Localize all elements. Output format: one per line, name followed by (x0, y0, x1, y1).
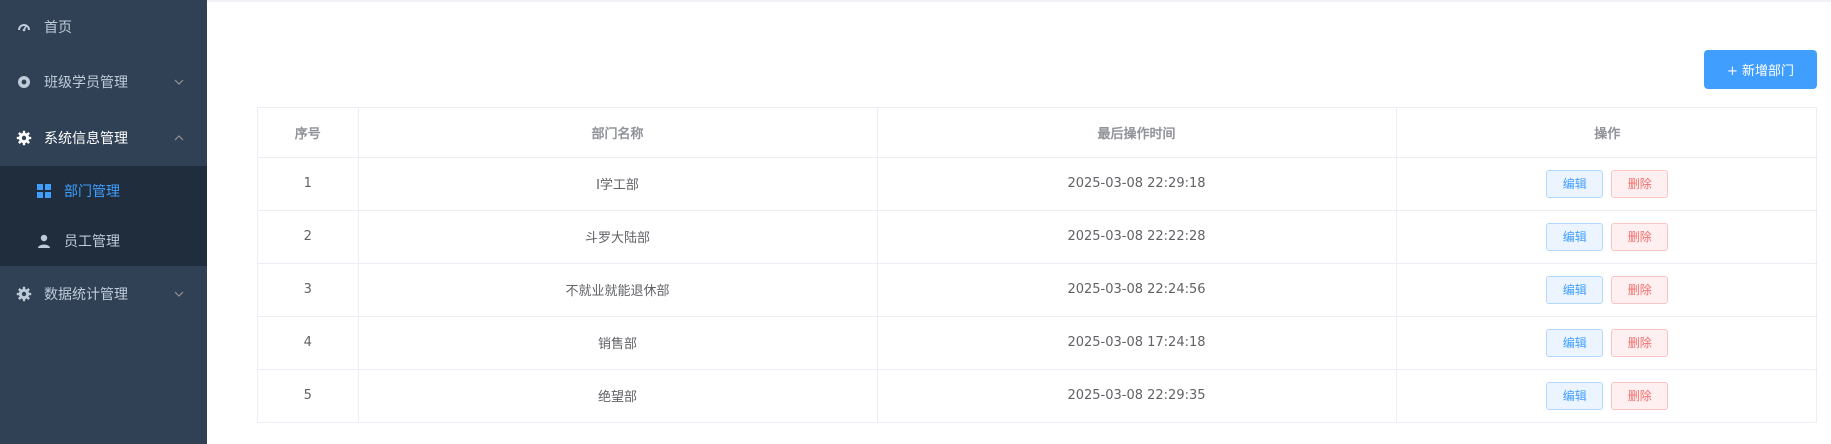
table-row: 2 斗罗大陆部 2025-03-08 22:22:28 编辑 删除 (258, 210, 1818, 264)
edit-button[interactable]: 编辑 (1546, 169, 1604, 198)
cell-time: 2025-03-08 22:22:28 (877, 210, 1397, 264)
cell-actions: 编辑 删除 (1396, 263, 1818, 317)
user-icon (36, 233, 52, 249)
submenu-system-info: 部门管理 员工管理 (0, 166, 207, 266)
delete-button[interactable]: 删除 (1611, 328, 1669, 357)
add-department-button[interactable]: + 新增部门 (1704, 50, 1817, 89)
table-header-row: 序号 部门名称 最后操作时间 操作 (258, 108, 1818, 158)
table-row: 3 不就业就能退休部 2025-03-08 22:24:56 编辑 删除 (258, 263, 1818, 317)
cell-time: 2025-03-08 22:24:56 (877, 263, 1397, 317)
sidebar-item-department[interactable]: 部门管理 (0, 166, 207, 216)
column-header-time: 最后操作时间 (877, 108, 1397, 158)
cell-time: 2025-03-08 22:29:18 (877, 157, 1397, 211)
sidebar-item-label: 首页 (44, 20, 72, 36)
gear-icon (16, 286, 32, 302)
column-header-name: 部门名称 (358, 108, 878, 158)
cell-name: 斗罗大陆部 (358, 210, 878, 264)
dashboard-icon (16, 19, 32, 35)
cell-index: 3 (258, 263, 359, 317)
main-content: + 新增部门 序号 部门名称 最后操作时间 操作 1 I学工部 2025-03-… (207, 0, 1831, 444)
sidebar-item-label: 部门管理 (64, 184, 120, 200)
grid-icon (36, 183, 52, 199)
edit-button[interactable]: 编辑 (1546, 328, 1604, 357)
cell-index: 2 (258, 210, 359, 264)
sidebar-item-system-info[interactable]: 系统信息管理 (0, 110, 207, 166)
app-root: 首页 班级学员管理 系统信息管理 部门管理 员工管理 数据统计管理 + 新增部门… (0, 0, 1831, 444)
chevron-down-icon (173, 76, 185, 88)
edit-button[interactable]: 编辑 (1546, 222, 1604, 251)
cell-actions: 编辑 删除 (1396, 157, 1818, 211)
cell-name: 绝望部 (358, 369, 878, 422)
circle-icon (16, 74, 32, 90)
sidebar-item-label: 数据统计管理 (44, 287, 128, 303)
delete-button[interactable]: 删除 (1611, 275, 1669, 304)
cell-time: 2025-03-08 17:24:18 (877, 316, 1397, 370)
cell-name: 销售部 (358, 316, 878, 370)
sidebar-item-label: 系统信息管理 (44, 131, 128, 147)
gear-icon (16, 130, 32, 146)
cell-time: 2025-03-08 22:29:35 (877, 369, 1397, 422)
sidebar-item-employee[interactable]: 员工管理 (0, 216, 207, 266)
sidebar-item-label: 班级学员管理 (44, 75, 128, 91)
edit-button[interactable]: 编辑 (1546, 275, 1604, 304)
delete-button[interactable]: 删除 (1611, 381, 1669, 410)
cell-actions: 编辑 删除 (1396, 369, 1818, 422)
chevron-up-icon (173, 132, 185, 144)
cell-name: 不就业就能退休部 (358, 263, 878, 317)
cell-index: 4 (258, 316, 359, 370)
sidebar: 首页 班级学员管理 系统信息管理 部门管理 员工管理 数据统计管理 (0, 0, 207, 444)
sidebar-item-class-students[interactable]: 班级学员管理 (0, 54, 207, 110)
cell-index: 5 (258, 369, 359, 422)
cell-index: 1 (258, 157, 359, 211)
table-row: 1 I学工部 2025-03-08 22:29:18 编辑 删除 (258, 157, 1818, 211)
delete-button[interactable]: 删除 (1611, 222, 1669, 251)
header-divider (207, 0, 1831, 2)
column-header-actions: 操作 (1396, 108, 1818, 158)
table-row: 4 销售部 2025-03-08 17:24:18 编辑 删除 (258, 316, 1818, 370)
cell-actions: 编辑 删除 (1396, 316, 1818, 370)
cell-actions: 编辑 删除 (1396, 210, 1818, 264)
sidebar-item-home[interactable]: 首页 (0, 0, 207, 54)
table-row: 5 绝望部 2025-03-08 22:29:35 编辑 删除 (258, 369, 1818, 422)
delete-button[interactable]: 删除 (1611, 169, 1669, 198)
chevron-down-icon (173, 288, 185, 300)
sidebar-item-data-stats[interactable]: 数据统计管理 (0, 266, 207, 322)
cell-name: I学工部 (358, 157, 878, 211)
department-table: 序号 部门名称 最后操作时间 操作 1 I学工部 2025-03-08 22:2… (257, 107, 1818, 423)
column-header-index: 序号 (258, 108, 359, 158)
sidebar-item-label: 员工管理 (64, 234, 120, 250)
edit-button[interactable]: 编辑 (1546, 381, 1604, 410)
